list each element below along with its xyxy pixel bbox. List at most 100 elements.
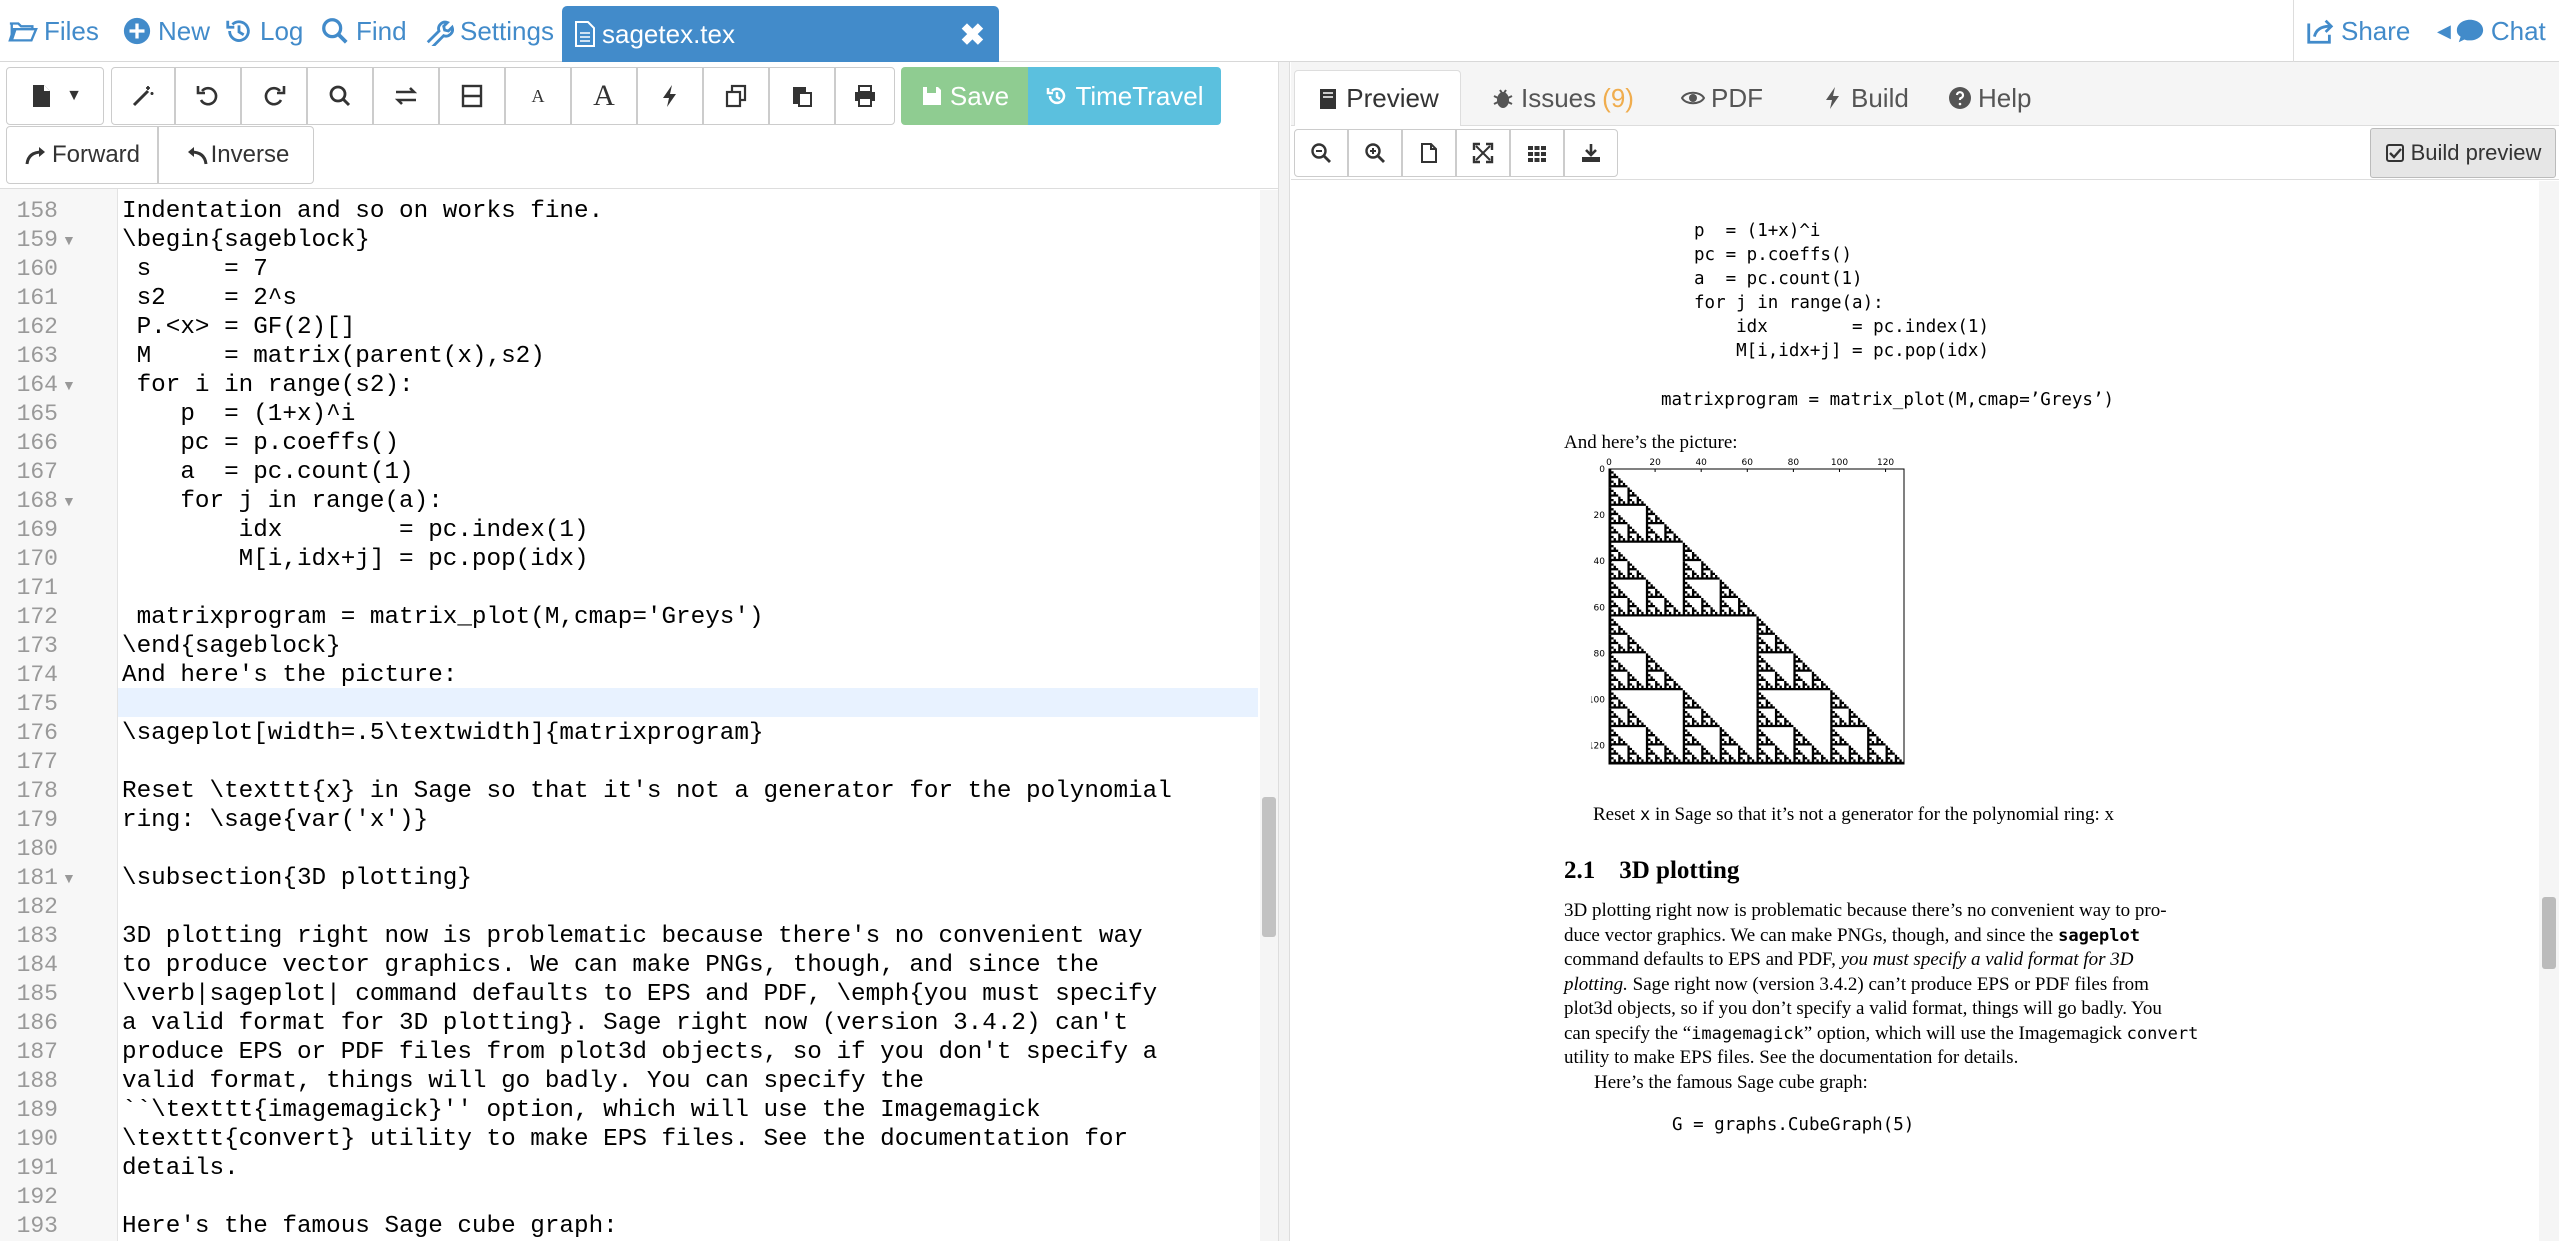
zoom-out-button[interactable] [1294,129,1348,177]
code-line: for i in range(s2): [122,372,414,399]
files-button[interactable]: Files [8,0,99,62]
line-number: 170 [16,546,58,572]
line-number: 184 [16,952,58,978]
paste-button[interactable] [769,67,835,125]
tab-build[interactable]: Build [1821,70,1909,126]
line-number: 178 [16,778,58,804]
code-line: a = pc.count(1) [122,459,414,486]
download-button[interactable] [1564,129,1618,177]
copy-button[interactable] [703,67,769,125]
settings-button[interactable]: Settings [424,0,554,62]
pdf-preview-page[interactable]: p = (1+x)^i pc = p.coeffs() a = pc.count… [1291,181,2539,1241]
close-tab-icon[interactable]: ✖ [960,18,985,53]
scrollbar-thumb[interactable] [1262,797,1276,937]
zoom-out-icon [1311,143,1331,163]
code-editor[interactable]: 158 159 160 161 162 163 164 165 166 167 … [0,188,1278,1241]
timetravel-label: TimeTravel [1075,80,1204,111]
format-button[interactable] [111,67,175,125]
undo-button[interactable] [175,67,241,125]
timetravel-button[interactable]: TimeTravel [1028,67,1221,125]
editor-scrollbar[interactable] [1260,190,1278,1241]
save-button[interactable]: Save [901,67,1028,125]
code-line: produce EPS or PDF files from plot3d obj… [122,1039,1158,1066]
inverse-search-button[interactable]: Inverse [158,126,314,184]
new-label: New [158,15,211,46]
forward-search-button[interactable]: Forward [6,126,158,184]
plot-y-tick-label: 0 [1599,465,1605,475]
reset-text-post: in Sage so that it’s not a generator for… [1650,804,2115,825]
bug-icon [1493,89,1513,108]
para-span: command defaults to EPS and PDF, [1564,949,1836,970]
tab-help[interactable]: Help [1948,70,2031,126]
plot-x-tick-label: 20 [1649,458,1661,468]
line-number: 159 [16,227,58,253]
replace-button[interactable] [373,67,439,125]
log-button[interactable]: Log [224,0,303,62]
share-label: Share [2341,15,2411,46]
tab-preview[interactable]: Preview [1294,70,1461,126]
para-span: can specify the “ [1564,1022,1692,1044]
code-line: \end{sageblock} [122,633,341,660]
split-view-button[interactable] [439,67,505,125]
scrollbar-thumb[interactable] [2542,897,2556,969]
file-text-icon [575,21,595,47]
zoom-in-button[interactable] [1348,129,1402,177]
increase-font-button[interactable]: A [571,67,637,125]
preview-reset-line: Reset x in Sage so that it’s not a gener… [1593,803,2114,828]
tab-pdf-label: PDF [1711,82,1763,113]
bolt-icon [1826,87,1839,109]
tab-sagetex[interactable]: sagetex.tex ✖ [562,6,999,62]
expand-icon [1472,142,1494,164]
plot-x-tick-label: 120 [1877,458,1894,468]
fold-toggle-icon[interactable]: ▼ [62,226,76,255]
para-line: plotting. Sage right now (version 3.4.2)… [1564,973,2284,998]
new-button[interactable]: New [122,0,210,62]
preview-code-line: for j in range(a): [1694,293,1884,313]
code-line: And here's the picture: [122,662,458,689]
line-number: 163 [16,343,58,369]
line-number: 186 [16,1010,58,1036]
tab-pdf[interactable]: PDF [1681,70,1763,126]
preview-scrollbar[interactable] [2539,181,2559,1241]
line-number: 176 [16,720,58,746]
code-line: a valid format for 3D plotting}. Sage ri… [122,1010,1129,1037]
find-toolbar-button[interactable] [307,67,373,125]
tab-issues[interactable]: Issues (9) [1491,70,1634,126]
line-number: 174 [16,662,58,688]
fold-toggle-icon[interactable]: ▼ [62,864,76,893]
chat-button[interactable]: ◀ Chat [2437,0,2546,62]
top-navbar: Files New Log Find Settings sagetex.tex … [0,0,2559,62]
files-label: Files [44,15,99,46]
build-preview-button[interactable]: Build preview [2370,128,2556,178]
share-arrow-icon [25,147,45,165]
preview-code-line: pc = p.coeffs() [1694,245,1853,265]
fold-toggle-icon[interactable]: ▼ [62,487,76,516]
line-number: 191 [16,1155,58,1181]
redo-button[interactable] [241,67,307,125]
section-title: 3D plotting [1619,857,1740,884]
code-line: M[i,idx+j] = pc.pop(idx) [122,546,589,573]
code-line: ring: \sage{var('x')} [122,807,429,834]
fit-width-button[interactable] [1456,129,1510,177]
print-button[interactable] [835,67,895,125]
line-number: 193 [16,1213,58,1239]
pane-splitter[interactable] [1278,62,1290,1241]
file-menu-button[interactable]: ▼ [6,67,104,125]
para-line: 3D plotting right now is problematic bec… [1564,900,2167,921]
para-span: ” option, which will use the Imagemagick [1803,1022,2122,1044]
para-code-imagemagick: imagemagick [1691,1023,1804,1044]
line-number: 164 [16,372,58,398]
plot-x-tick-label: 40 [1695,458,1707,468]
para-span: duce vector graphics. We can make PNGs, … [1564,924,2054,946]
decrease-font-button[interactable]: A [505,67,571,125]
code-line: to produce vector graphics. We can make … [122,952,1099,979]
preview-code-line: M[i,idx+j] = pc.pop(idx) [1694,341,1990,361]
share-button[interactable]: Share [2305,0,2410,62]
find-button[interactable]: Find [320,0,407,62]
fit-page-button[interactable] [1402,129,1456,177]
code-line: details. [122,1155,239,1182]
fold-toggle-icon[interactable]: ▼ [62,371,76,400]
grid-view-button[interactable] [1510,129,1564,177]
build-bolt-button[interactable] [637,67,703,125]
preview-code-line: p = (1+x)^i [1694,221,1821,241]
